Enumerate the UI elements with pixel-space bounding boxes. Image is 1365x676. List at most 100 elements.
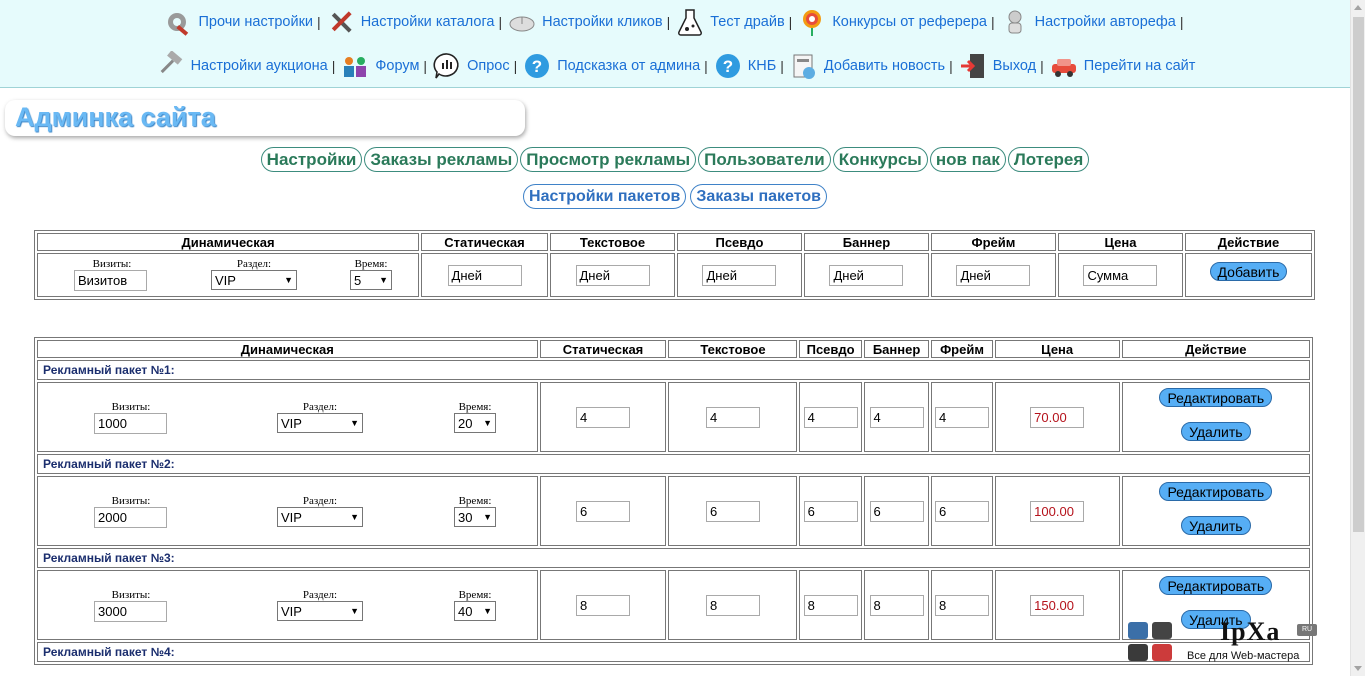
visits-input[interactable]: Визитов [74, 270, 147, 291]
price-input[interactable]: 100.00 [1030, 500, 1085, 522]
price-input[interactable]: 70.00 [1030, 406, 1085, 428]
nav-separator: | [331, 58, 336, 74]
time-select[interactable]: 5 ▼ [350, 270, 392, 290]
edit-button[interactable]: Редактировать [1159, 576, 1273, 595]
vertical-scrollbar[interactable] [1350, 0, 1365, 676]
visits-field: Визиты: Визитов [74, 258, 150, 291]
banner-input[interactable]: 6 [869, 500, 924, 522]
nav-exit[interactable]: Выход [957, 50, 1036, 82]
nav-forum[interactable]: Форум [339, 50, 419, 82]
nav-autoref-settings[interactable]: Настройки авторефа [999, 6, 1176, 38]
menu-users[interactable]: Пользователи [698, 147, 831, 172]
time-value: 30 [458, 509, 473, 525]
banner-input[interactable]: 4 [869, 406, 924, 428]
nav-link-label: Форум [375, 58, 420, 74]
visits-input[interactable]: 2000 [94, 507, 167, 528]
nav-auction-settings[interactable]: Настройки аукциона [155, 50, 328, 82]
visits-label: Визиты: [111, 589, 151, 601]
section-select[interactable]: VIP ▼ [277, 507, 363, 527]
nav-other-settings[interactable]: Прочи настройки [162, 6, 313, 38]
price-input[interactable]: Сумма [1083, 264, 1158, 286]
menu-lottery[interactable]: Лотерея [1007, 147, 1090, 172]
visits-input[interactable]: 1000 [94, 413, 167, 434]
help-icon: ? [521, 50, 553, 82]
section-label: Раздел: [302, 495, 338, 507]
menu-ad-orders[interactable]: Заказы рекламы [364, 147, 519, 172]
menu-package-settings[interactable]: Настройки пакетов [523, 184, 687, 209]
nav-separator: | [317, 14, 321, 30]
delete-button[interactable]: Удалить [1181, 422, 1251, 441]
time-field: Время: 20 ▼ [454, 401, 496, 433]
pseudo-input[interactable]: 8 [803, 594, 858, 616]
time-label: Время: [354, 258, 388, 270]
time-select[interactable]: 30 ▼ [454, 507, 496, 527]
pseudo-cell: 8 [799, 570, 862, 640]
frame-days-input[interactable]: Дней [956, 264, 1031, 286]
time-select[interactable]: 40 ▼ [454, 601, 496, 621]
chevron-down-icon: ▼ [284, 275, 293, 285]
section-select[interactable]: VIP ▼ [277, 413, 363, 433]
static-input[interactable]: 4 [576, 406, 631, 428]
scroll-up-icon[interactable] [1354, 5, 1362, 10]
edit-button[interactable]: Редактировать [1159, 388, 1273, 407]
ipxa-logo: IpXa [1220, 617, 1281, 646]
text-cell: 8 [668, 570, 798, 640]
section-select[interactable]: VIP ▼ [277, 601, 363, 621]
frame-input[interactable]: 4 [935, 406, 989, 428]
pseudo-input[interactable]: 4 [803, 406, 858, 428]
pseudo-input[interactable]: 6 [803, 500, 858, 522]
time-value: 40 [458, 603, 473, 619]
banner-days-input[interactable]: Дней [829, 264, 904, 286]
menu-contests[interactable]: Конкурсы [832, 147, 928, 172]
add-button[interactable]: Добавить [1209, 262, 1288, 281]
price-input[interactable]: 150.00 [1030, 594, 1085, 616]
menu-settings[interactable]: Настройки [260, 147, 363, 172]
text-days-input[interactable]: Дней [575, 264, 650, 286]
car-icon [1048, 50, 1080, 82]
frame-input[interactable]: 8 [935, 594, 989, 616]
nav-poll[interactable]: Опрос [431, 50, 510, 82]
text-cell: 6 [668, 476, 798, 546]
ipxa-domain-badge: RU [1297, 624, 1317, 636]
col-frame: Фрейм [931, 340, 993, 358]
visits-field: Визиты: 3000 [94, 589, 168, 622]
delete-button[interactable]: Удалить [1181, 516, 1251, 535]
dynamic-cell: Визиты: 2000 Раздел: VIP ▼ Время: 30 ▼ [37, 476, 538, 546]
nav-add-news[interactable]: Добавить новость [788, 50, 945, 82]
pseudo-days-input[interactable]: Дней [702, 264, 777, 286]
nav-admin-hint[interactable]: ? Подсказка от админа [521, 50, 700, 82]
dynamic-fields: Визиты: 3000 Раздел: VIP ▼ Время: 40 ▼ [38, 571, 537, 639]
static-input[interactable]: 6 [576, 500, 631, 522]
static-days-input[interactable]: Дней [447, 264, 522, 286]
menu-new-pack[interactable]: нов пак [929, 147, 1006, 172]
dynamic-fields: Визиты: 1000 Раздел: VIP ▼ Время: 20 ▼ [38, 383, 537, 451]
section-select[interactable]: VIP ▼ [211, 270, 297, 290]
nav-go-to-site[interactable]: Перейти на сайт [1048, 50, 1196, 82]
text-input[interactable]: 6 [705, 500, 760, 522]
text-input[interactable]: 8 [705, 594, 760, 616]
nav-knb[interactable]: ? КНБ [712, 50, 776, 82]
nav-separator: | [1179, 14, 1184, 30]
text-input[interactable]: 4 [705, 406, 760, 428]
packages-table: Динамическая Статическая Текстовое Псевд… [34, 337, 1313, 665]
visits-input[interactable]: 3000 [94, 601, 167, 622]
menu-view-ads[interactable]: Просмотр рекламы [520, 147, 697, 172]
section-value: VIP [281, 603, 302, 619]
static-input[interactable]: 8 [576, 594, 631, 616]
nav-referrer-contests[interactable]: Конкурсы от реферера [796, 6, 987, 38]
frame-input[interactable]: 6 [935, 500, 989, 522]
time-field: Время: 40 ▼ [454, 589, 496, 621]
nav-separator: | [788, 14, 793, 30]
edit-button[interactable]: Редактировать [1159, 482, 1273, 501]
nav-test-drive[interactable]: Тест драйв [674, 6, 785, 38]
scrollbar-thumb[interactable] [1353, 17, 1364, 532]
banner-input[interactable]: 8 [869, 594, 924, 616]
nav-click-settings[interactable]: Настройки кликов [506, 6, 663, 38]
nav-catalog-settings[interactable]: Настройки каталога [325, 6, 495, 38]
action-buttons: Редактировать Удалить [1123, 383, 1309, 451]
time-select[interactable]: 20 ▼ [454, 413, 496, 433]
scroll-down-icon[interactable] [1354, 666, 1362, 671]
menu-package-orders[interactable]: Заказы пакетов [690, 184, 827, 209]
nav-link-label: Перейти на сайт [1083, 58, 1196, 74]
chevron-down-icon: ▼ [350, 606, 359, 616]
